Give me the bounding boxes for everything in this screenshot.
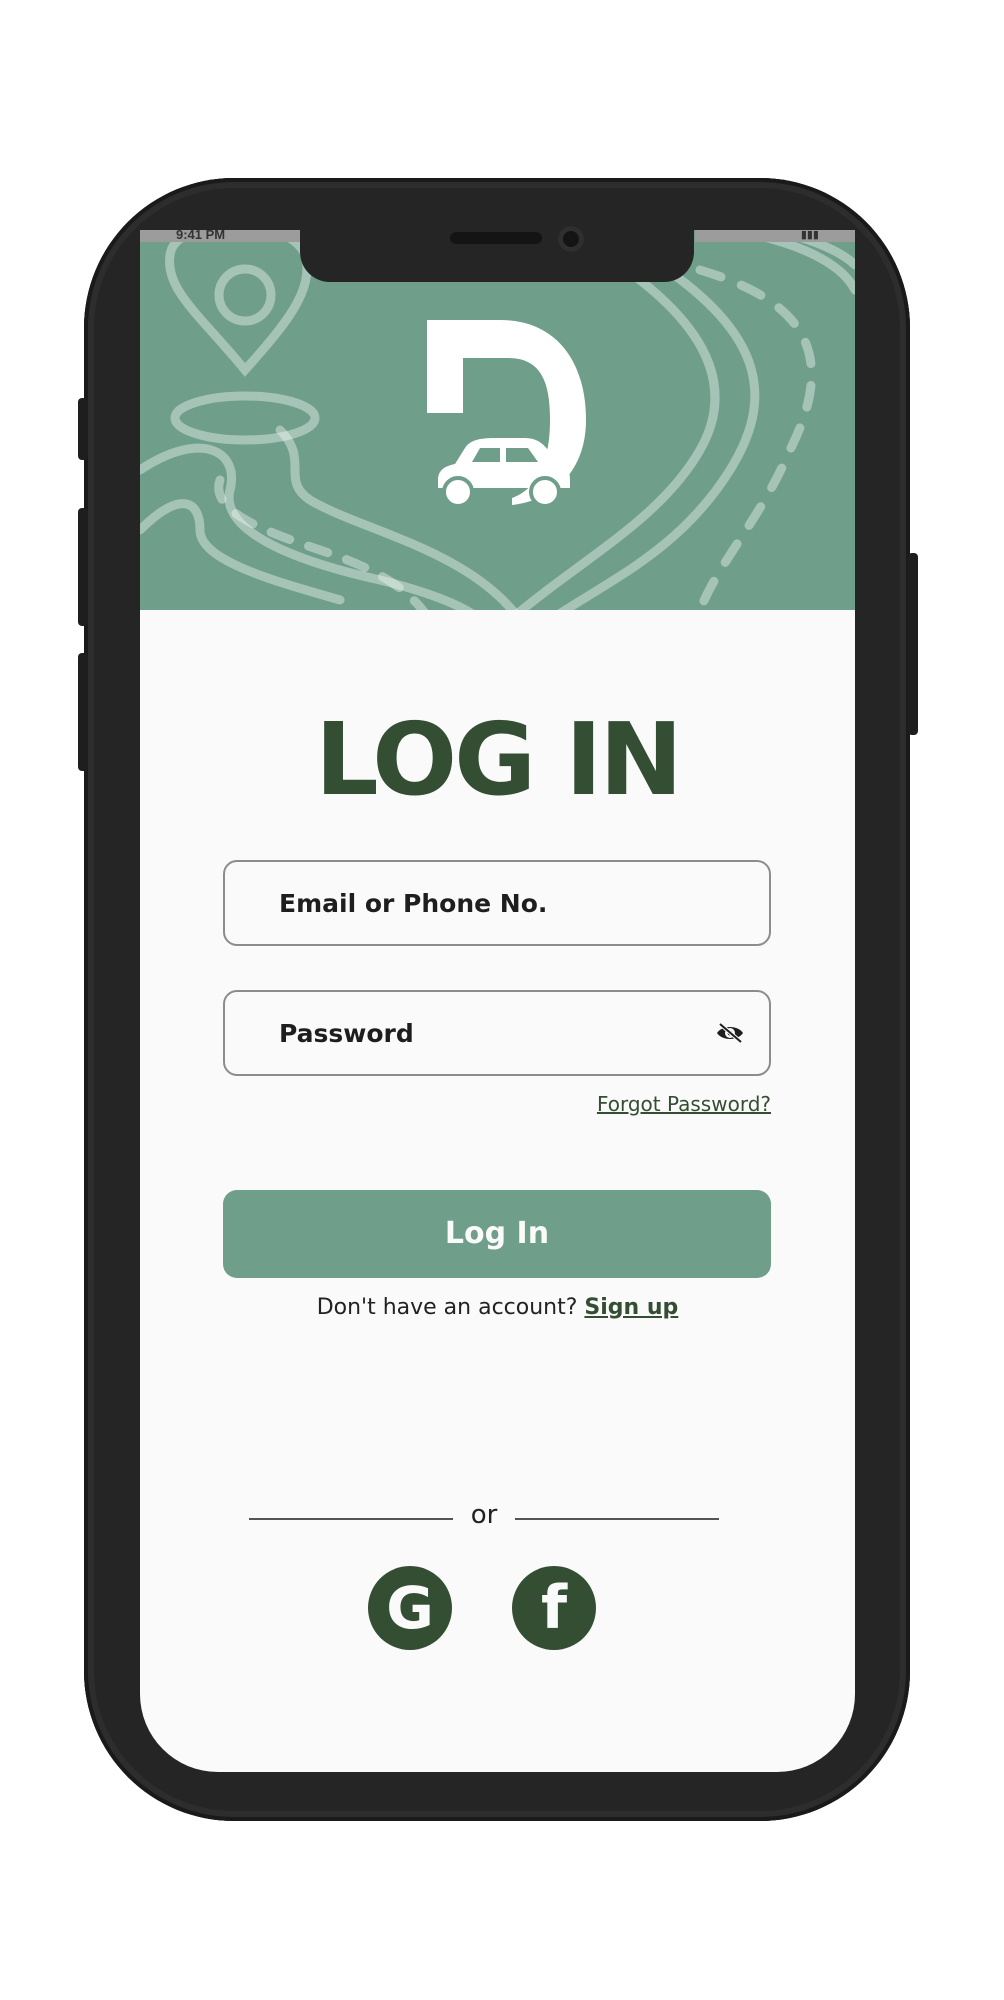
email-placeholder: Email or Phone No. bbox=[279, 889, 548, 918]
divider-left bbox=[249, 1518, 453, 1520]
volume-up-button bbox=[78, 508, 88, 626]
volume-down-button bbox=[78, 653, 88, 771]
status-time: 9:41 PM bbox=[176, 230, 226, 242]
signal-icon: ▮▮▮ bbox=[800, 230, 819, 241]
google-icon: G bbox=[386, 1574, 434, 1642]
divider-right bbox=[515, 1518, 719, 1520]
or-label: or bbox=[470, 1500, 498, 1530]
signup-prompt: Don't have an account? bbox=[316, 1295, 578, 1320]
facebook-login-button[interactable]: f bbox=[512, 1566, 596, 1650]
status-bar-left: 9:41 PM bbox=[140, 230, 300, 242]
phone-notch bbox=[300, 226, 694, 282]
signup-link[interactable]: Sign up bbox=[584, 1295, 678, 1320]
road-map-illustration bbox=[140, 230, 855, 610]
password-placeholder: Password bbox=[279, 1019, 414, 1048]
forgot-password-link[interactable]: Forgot Password? bbox=[597, 1092, 771, 1116]
google-login-button[interactable]: G bbox=[368, 1566, 452, 1650]
status-bar-right: ▮▮▮ bbox=[695, 230, 855, 242]
login-button[interactable]: Log In bbox=[223, 1190, 771, 1278]
email-field[interactable]: Email or Phone No. bbox=[223, 860, 771, 946]
signup-row: Don't have an account? Sign up bbox=[140, 1295, 855, 1320]
power-button bbox=[908, 553, 918, 735]
eye-slash-icon[interactable] bbox=[715, 1022, 745, 1049]
app-screen: 9:41 PM ▮▮▮ LOG IN Email or Phone No. Pa… bbox=[140, 230, 855, 1772]
password-field[interactable]: Password bbox=[223, 990, 771, 1076]
front-camera-icon bbox=[558, 226, 584, 252]
facebook-icon: f bbox=[540, 1573, 568, 1643]
header-banner: 9:41 PM ▮▮▮ bbox=[140, 230, 855, 610]
speaker-grille bbox=[450, 232, 542, 244]
mute-switch bbox=[78, 398, 88, 460]
page-title: LOG IN bbox=[315, 701, 683, 818]
